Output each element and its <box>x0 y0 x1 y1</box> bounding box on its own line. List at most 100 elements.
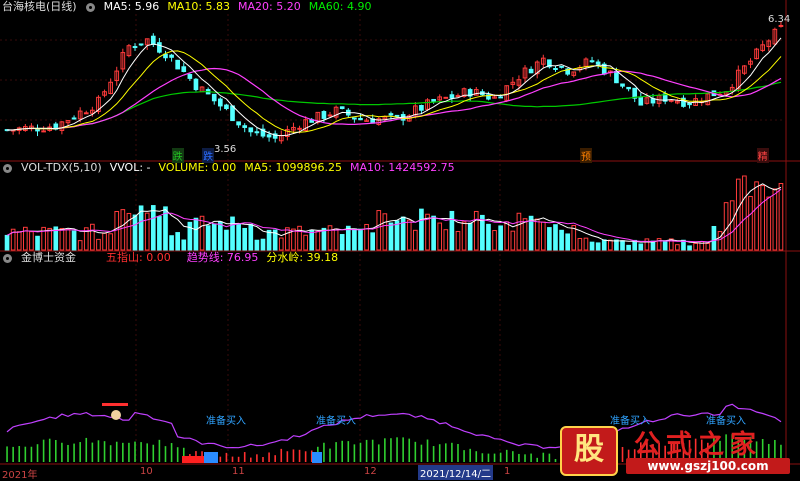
volume-bar <box>126 212 132 251</box>
volume-bar <box>486 223 491 251</box>
volume-bar <box>595 242 601 251</box>
volume-bar <box>175 232 180 251</box>
volume-bar <box>662 240 668 251</box>
candle-body <box>339 106 345 110</box>
candle-body <box>388 113 394 116</box>
candle-body <box>193 78 199 91</box>
volume-bar <box>608 239 613 251</box>
high-price-label: 6.34 <box>768 14 791 25</box>
candle-body <box>181 66 187 73</box>
volume-bar <box>687 245 692 251</box>
volume-bar <box>376 210 382 251</box>
volume-bar <box>778 183 784 251</box>
x-axis-label: 1 <box>504 466 511 477</box>
signal-marker: 跌 <box>202 148 215 163</box>
volume-bar <box>96 238 101 251</box>
candle-body <box>83 112 89 115</box>
volume-bar <box>565 233 570 251</box>
volume-bar <box>236 223 241 251</box>
volume-bar <box>735 178 741 251</box>
logo-title: 公式之家 <box>634 430 763 460</box>
buy-annotation: 准备买入 <box>206 416 246 427</box>
volume-bar <box>766 196 772 251</box>
volume-bar <box>370 232 375 251</box>
gear-icon[interactable] <box>3 253 12 263</box>
volume-bar <box>443 229 449 251</box>
candle-body <box>668 99 674 102</box>
volume-bar <box>35 235 40 251</box>
candle-body <box>687 102 692 106</box>
candle-body <box>455 95 461 98</box>
volume-bar <box>559 229 564 251</box>
volume-bar <box>540 221 546 251</box>
volume-bar <box>16 231 22 251</box>
candle-body <box>394 114 400 117</box>
volume-bar <box>71 230 77 251</box>
volume-bar <box>547 227 552 251</box>
volume-bar <box>644 238 650 251</box>
buy-annotation: 准备买入 <box>316 416 356 427</box>
x-axis-label: 11 <box>232 466 245 477</box>
volume-bar <box>144 212 150 251</box>
gear-icon[interactable] <box>85 2 95 12</box>
fund-title: 金博士资金 <box>21 251 76 264</box>
volume-ma5-line <box>6 183 782 244</box>
volume-bar <box>169 235 174 251</box>
volume-bar <box>352 228 357 251</box>
candle-body <box>132 46 138 49</box>
volume-bar <box>102 232 107 251</box>
fund-highlight-block <box>204 452 218 463</box>
gear-icon[interactable] <box>3 163 12 173</box>
vol-title: VOL-TDX(5,10) <box>21 161 102 174</box>
ma60-line <box>7 81 782 131</box>
volume-bar <box>455 230 461 251</box>
candle-body <box>553 67 558 70</box>
volume-bar <box>626 244 631 251</box>
volume-bar <box>729 200 735 251</box>
volume-bar <box>400 216 406 251</box>
volume-bar <box>211 223 217 251</box>
volume-bar <box>187 221 193 251</box>
volume-bar <box>90 223 95 251</box>
volume-bar <box>327 225 333 251</box>
candle-body <box>169 54 174 58</box>
volume-bar <box>534 218 540 251</box>
wuzhishan-label: 五指山: 0.00 <box>106 251 171 264</box>
candle-body <box>248 127 254 133</box>
candle-body <box>157 42 162 53</box>
volume-bar <box>461 221 467 251</box>
signal-marker: 预 <box>579 148 592 163</box>
volume-bar <box>516 212 522 251</box>
x-axis-label: 12 <box>364 466 377 477</box>
volume-bar <box>583 237 589 251</box>
chart-canvas[interactable] <box>0 0 800 480</box>
volume-bar <box>77 240 83 251</box>
money-bag-icon <box>111 410 121 420</box>
vol-ma10-label: MA10: 1424592.75 <box>349 161 455 174</box>
volume-bar <box>4 234 10 251</box>
volume-panel-header: VOL-TDX(5,10) VVOL: - VOLUME: 0.00 MA5: … <box>0 161 455 175</box>
x-axis-label: 10 <box>140 466 153 477</box>
candle-body <box>419 105 424 111</box>
volume-bar <box>760 185 765 251</box>
volume-bar <box>157 216 162 251</box>
volume-bar <box>278 237 284 251</box>
candle-body <box>589 60 595 63</box>
volume-bar <box>754 181 759 251</box>
volume-bar <box>589 241 595 251</box>
volume-bar <box>705 242 711 251</box>
stock-title: 台海核电(日线) <box>2 0 77 13</box>
candle-body <box>297 127 302 130</box>
volume-bar <box>260 238 266 251</box>
candle-body <box>163 53 168 59</box>
volume-bar <box>723 202 729 251</box>
volume-bar <box>388 222 394 251</box>
candle-body <box>528 68 534 74</box>
ma10-label: MA10: 5.83 <box>167 0 231 13</box>
volume-bar <box>492 230 497 251</box>
volume-bar <box>248 223 254 251</box>
volume-bar <box>406 219 412 251</box>
volume-bar <box>205 225 211 251</box>
candle-body <box>242 125 248 128</box>
ma5-label: MA5: 5.96 <box>103 0 160 13</box>
